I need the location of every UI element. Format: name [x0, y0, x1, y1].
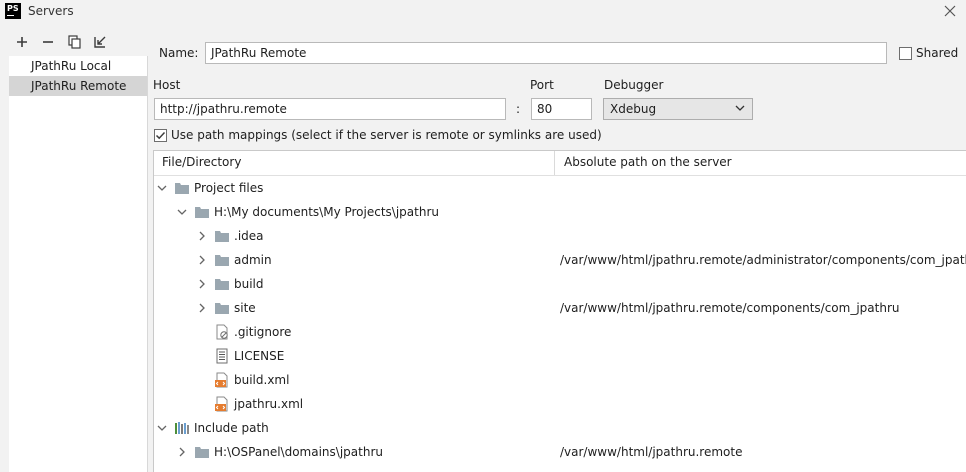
table-row[interactable]: jpathru.xml	[154, 392, 966, 416]
row-name: H:\My documents\My Projects\jpathru	[214, 205, 439, 219]
table-row[interactable]: Include path	[154, 416, 966, 440]
table-row[interactable]: LICENSE	[154, 344, 966, 368]
server-item-jpathru-local[interactable]: JPathRu Local	[9, 56, 147, 76]
host-input[interactable]: http://jpathru.remote	[154, 98, 506, 120]
server-item-jpathru-remote[interactable]: JPathRu Remote	[9, 76, 147, 96]
row-path[interactable]: /var/www/html/jpathru.remote	[560, 440, 742, 464]
close-icon[interactable]	[942, 3, 958, 19]
server-list: JPathRu Local JPathRu Remote	[9, 56, 148, 472]
use-path-mappings-label: Use path mappings (select if the server …	[171, 128, 602, 142]
row-name: build	[234, 277, 264, 291]
debugger-label: Debugger	[604, 78, 664, 92]
import-icon[interactable]	[90, 32, 110, 52]
row-name: Project files	[194, 181, 264, 195]
folder-icon	[215, 255, 229, 266]
folder-icon	[195, 207, 209, 218]
remove-icon[interactable]	[38, 32, 58, 52]
server-item-label: JPathRu Remote	[31, 79, 127, 93]
table-row[interactable]: build	[154, 272, 966, 296]
row-name: jpathru.xml	[234, 397, 304, 411]
name-label: Name:	[159, 46, 199, 60]
name-input[interactable]: JPathRu Remote	[205, 42, 887, 64]
row-name: LICENSE	[234, 349, 285, 363]
port-label: Port	[530, 78, 554, 92]
library-icon	[175, 422, 189, 434]
use-path-mappings-checkbox[interactable]	[154, 129, 167, 142]
table-row[interactable]: site /var/www/html/jpathru.remote/compon…	[154, 296, 966, 320]
chevron-down-icon[interactable]	[156, 422, 168, 434]
row-name: site	[234, 301, 256, 315]
table-row[interactable]: .idea	[154, 224, 966, 248]
row-path[interactable]: /var/www/html/jpathru.remote/components/…	[560, 296, 900, 320]
host-port-separator: :	[516, 102, 521, 116]
chevron-right-icon[interactable]	[196, 278, 208, 290]
chevron-right-icon[interactable]	[196, 302, 208, 314]
path-mappings-table: File/Directory Absolute path on the serv…	[153, 150, 966, 472]
chevron-down-icon	[735, 105, 745, 111]
table-row[interactable]: H:\OSPanel\domains\jpathru /var/www/html…	[154, 440, 966, 464]
text-file-icon	[216, 348, 228, 364]
table-row[interactable]: .gitignore	[154, 320, 966, 344]
chevron-down-icon[interactable]	[156, 182, 168, 194]
checkmark-icon	[155, 131, 166, 140]
xml-file-icon	[215, 372, 228, 388]
phpstorm-logo-icon: PS	[5, 3, 21, 19]
row-name: H:\OSPanel\domains\jpathru	[214, 445, 383, 459]
table-row[interactable]: build.xml	[154, 368, 966, 392]
chevron-right-icon[interactable]	[176, 446, 188, 458]
copy-icon[interactable]	[64, 32, 84, 52]
server-item-label: JPathRu Local	[31, 59, 112, 73]
chevron-right-icon[interactable]	[196, 254, 208, 266]
column-divider	[554, 151, 555, 175]
shared-label: Shared	[916, 46, 959, 60]
ignore-file-icon	[216, 324, 228, 340]
row-name: .idea	[234, 229, 264, 243]
xml-file-icon	[215, 396, 228, 412]
chevron-right-icon[interactable]	[196, 230, 208, 242]
table-row[interactable]: H:\My documents\My Projects\jpathru	[154, 200, 966, 224]
table-row[interactable]: Project files	[154, 176, 966, 200]
host-label: Host	[153, 78, 181, 92]
row-name: .gitignore	[234, 325, 292, 339]
folder-icon	[215, 303, 229, 314]
row-name: Include path	[194, 421, 269, 435]
row-path[interactable]: /var/www/html/jpathru.remote/administrat…	[560, 248, 966, 272]
table-row[interactable]: admin /var/www/html/jpathru.remote/admin…	[154, 248, 966, 272]
port-input[interactable]: 80	[531, 98, 592, 120]
folder-icon	[175, 183, 189, 194]
window-title: Servers	[28, 4, 74, 18]
folder-icon	[215, 231, 229, 242]
column-header-server-path[interactable]: Absolute path on the server	[564, 155, 732, 169]
table-header: File/Directory Absolute path on the serv…	[154, 151, 966, 176]
row-name: build.xml	[234, 373, 290, 387]
debugger-select[interactable]: Xdebug	[603, 98, 753, 120]
shared-checkbox[interactable]	[899, 47, 912, 60]
folder-icon	[195, 447, 209, 458]
chevron-down-icon[interactable]	[176, 206, 188, 218]
column-header-file-directory[interactable]: File/Directory	[162, 155, 241, 169]
folder-icon	[215, 279, 229, 290]
title-bar: PS Servers	[0, 0, 966, 24]
add-icon[interactable]	[12, 32, 32, 52]
row-name: admin	[234, 253, 272, 267]
